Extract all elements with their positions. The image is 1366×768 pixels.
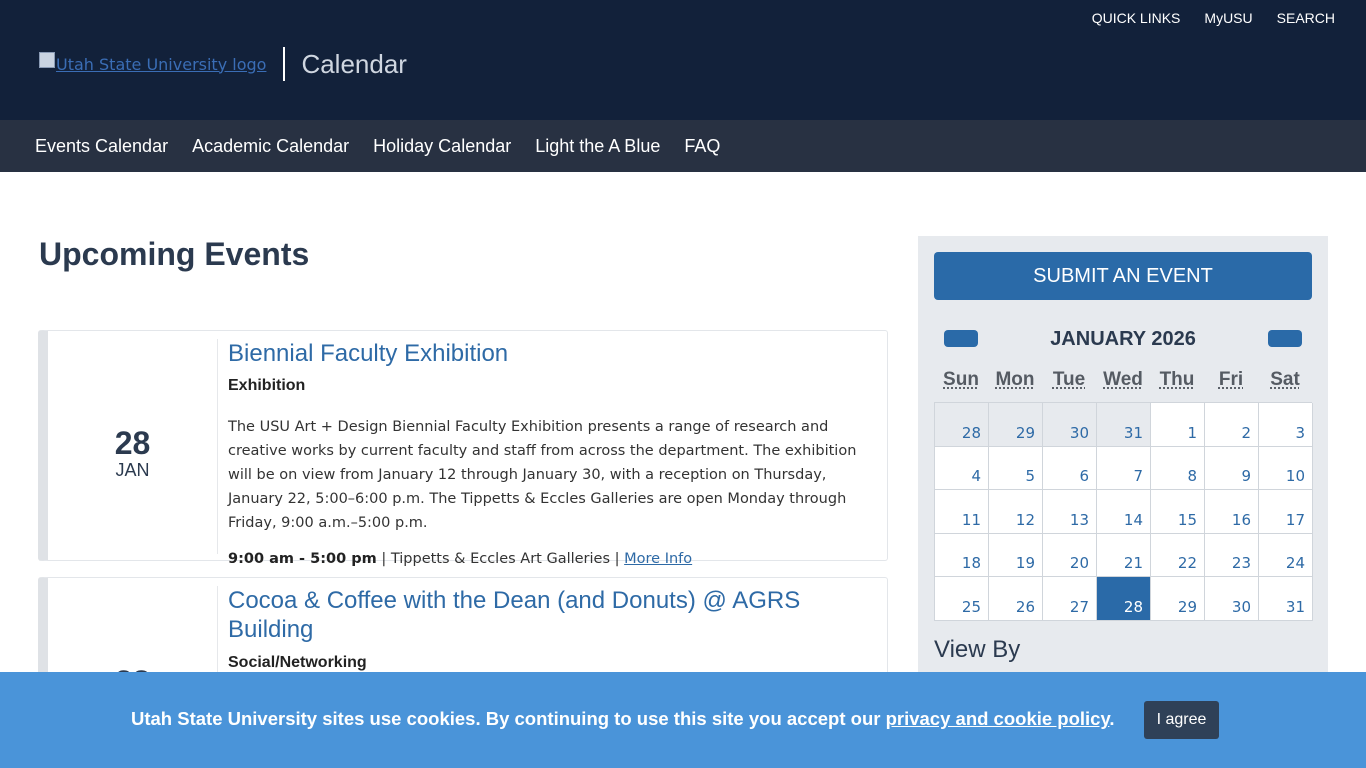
- calendar-day[interactable]: 29: [1151, 577, 1205, 621]
- agree-button[interactable]: I agree: [1144, 701, 1219, 739]
- calendar-day[interactable]: 9: [1205, 446, 1259, 490]
- weekday-header: Sun Mon Tue Wed Thu Fri Sat: [934, 369, 1312, 391]
- weekday-label: Thu: [1159, 369, 1195, 390]
- site-title[interactable]: Calendar: [301, 49, 407, 80]
- calendar-day[interactable]: 6: [1043, 446, 1097, 490]
- weekday-label: Fri: [1218, 369, 1244, 390]
- event-category: Exhibition: [228, 377, 306, 394]
- event-meta: 9:00 am - 5:00 pm | Tippetts & Eccles Ar…: [228, 551, 693, 567]
- weekday-label: Sat: [1270, 369, 1300, 390]
- calendar-day[interactable]: 30: [1043, 403, 1097, 447]
- calendar-day[interactable]: 21: [1097, 533, 1151, 577]
- calendar-day[interactable]: 18: [935, 533, 989, 577]
- site-header: QUICK LINKS MyUSU SEARCH Utah State Univ…: [0, 0, 1366, 120]
- cookie-text: Utah State University sites use cookies.…: [131, 708, 881, 729]
- calendar-day[interactable]: 4: [935, 446, 989, 490]
- view-by-heading: View By: [934, 636, 1021, 663]
- event-description: The USU Art + Design Biennial Faculty Ex…: [228, 419, 857, 531]
- weekday-label: Mon: [995, 369, 1035, 390]
- event-location: Tippetts & Eccles Art Galleries: [390, 551, 611, 567]
- weekday-label: Sun: [943, 369, 979, 390]
- main-nav: Events Calendar Academic Calendar Holida…: [0, 120, 1366, 172]
- calendar-day[interactable]: 7: [1097, 446, 1151, 490]
- brand-divider: [283, 47, 286, 81]
- event-time: 9:00 am - 5:00 pm: [228, 551, 377, 567]
- quick-links-link[interactable]: QUICK LINKS: [1092, 10, 1181, 26]
- cookie-message: Utah State University sites use cookies.…: [131, 708, 1115, 730]
- event-card: 28 JAN Biennial Faculty Exhibition Exhib…: [38, 330, 888, 567]
- event-title-link[interactable]: Biennial Faculty Exhibition: [228, 339, 879, 368]
- event-category: Social/Networking: [228, 654, 367, 671]
- logo-alt-text: Utah State University logo: [56, 54, 267, 74]
- calendar-day[interactable]: 16: [1205, 490, 1259, 534]
- weekday-label: Tue: [1052, 369, 1086, 390]
- calendar-day[interactable]: 17: [1259, 490, 1313, 534]
- calendar-day[interactable]: 3: [1259, 403, 1313, 447]
- calendar-day[interactable]: 29: [989, 403, 1043, 447]
- calendar-day[interactable]: 20: [1043, 533, 1097, 577]
- calendar-day[interactable]: 19: [989, 533, 1043, 577]
- nav-academic-calendar[interactable]: Academic Calendar: [192, 136, 349, 157]
- calendar-day[interactable]: 25: [935, 577, 989, 621]
- calendar-month-label: JANUARY 2026: [1050, 328, 1196, 350]
- calendar-day[interactable]: 13: [1043, 490, 1097, 534]
- calendar-grid: 28 29 30 31 1 2 3 4 5 6 7 8 9 10 11 12 13 14 15 16 17 18 19 20 2…: [934, 402, 1313, 621]
- cookie-banner: Utah State University sites use cookies.…: [0, 672, 1366, 768]
- event-date: 28 JAN: [48, 339, 218, 554]
- event-title-link[interactable]: Cocoa & Coffee with the Dean (and Donuts…: [228, 586, 879, 644]
- event-body: Biennial Faculty Exhibition Exhibition T…: [228, 339, 879, 567]
- calendar-day[interactable]: 31: [1097, 403, 1151, 447]
- calendar-day[interactable]: 8: [1151, 446, 1205, 490]
- cookie-suffix: .: [1109, 708, 1115, 729]
- calendar-day[interactable]: 12: [989, 490, 1043, 534]
- more-info-link[interactable]: More Info: [624, 551, 692, 567]
- calendar-header: JANUARY 2026: [934, 328, 1312, 350]
- calendar-day[interactable]: 10: [1259, 446, 1313, 490]
- utility-links: QUICK LINKS MyUSU SEARCH: [1092, 10, 1335, 26]
- calendar-day[interactable]: 23: [1205, 533, 1259, 577]
- privacy-policy-link[interactable]: privacy and cookie policy: [886, 708, 1110, 729]
- event-month: JAN: [115, 460, 150, 480]
- brand: Utah State University logo Calendar: [39, 47, 407, 81]
- calendar-day[interactable]: 26: [989, 577, 1043, 621]
- calendar-day[interactable]: 27: [1043, 577, 1097, 621]
- calendar-day[interactable]: 14: [1097, 490, 1151, 534]
- calendar-day[interactable]: 31: [1259, 577, 1313, 621]
- calendar-day[interactable]: 5: [989, 446, 1043, 490]
- weekday-label: Wed: [1103, 369, 1143, 390]
- broken-image-icon: [39, 52, 55, 68]
- next-month-button[interactable]: [1268, 330, 1302, 347]
- submit-event-button[interactable]: SUBMIT AN EVENT: [934, 252, 1312, 300]
- nav-faq[interactable]: FAQ: [684, 136, 720, 157]
- calendar-day[interactable]: 24: [1259, 533, 1313, 577]
- event-day: 28: [114, 425, 151, 461]
- nav-events-calendar[interactable]: Events Calendar: [35, 136, 168, 157]
- calendar-day[interactable]: 2: [1205, 403, 1259, 447]
- calendar-day[interactable]: 22: [1151, 533, 1205, 577]
- calendar-day[interactable]: 11: [935, 490, 989, 534]
- search-link[interactable]: SEARCH: [1277, 10, 1335, 26]
- page-title: Upcoming Events: [39, 236, 310, 272]
- calendar-day-today[interactable]: 28: [1097, 577, 1151, 621]
- calendar-day[interactable]: 1: [1151, 403, 1205, 447]
- myusu-link[interactable]: MyUSU: [1204, 10, 1252, 26]
- usu-logo[interactable]: Utah State University logo: [39, 52, 267, 74]
- calendar-day[interactable]: 30: [1205, 577, 1259, 621]
- calendar-day[interactable]: 28: [935, 403, 989, 447]
- nav-holiday-calendar[interactable]: Holiday Calendar: [373, 136, 511, 157]
- nav-light-the-a-blue[interactable]: Light the A Blue: [535, 136, 660, 157]
- calendar-day[interactable]: 15: [1151, 490, 1205, 534]
- event-body: Cocoa & Coffee with the Dean (and Donuts…: [228, 586, 879, 672]
